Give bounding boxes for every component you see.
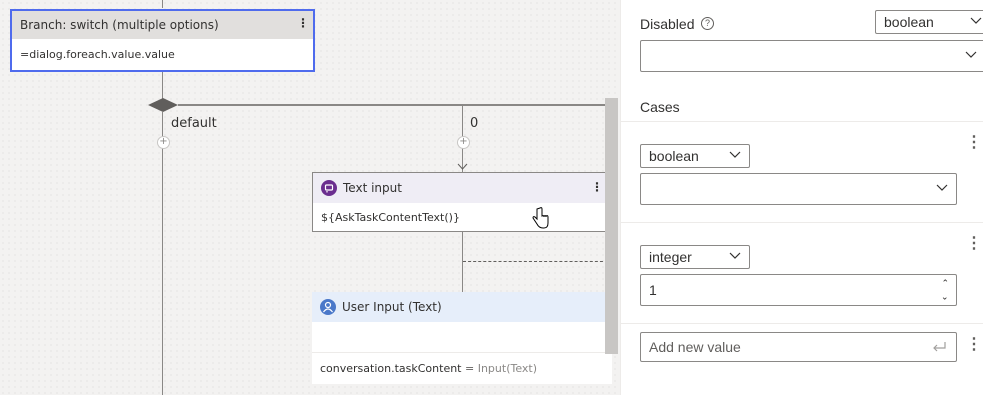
add-action-plus-icon[interactable]: + <box>157 136 170 149</box>
text-input-icon <box>321 180 337 196</box>
add-new-value-placeholder: Add new value <box>649 339 741 355</box>
user-input-value-type: Input(Text) <box>477 362 538 375</box>
case-2-type: integer <box>649 249 692 265</box>
edge-case-0-continue <box>462 232 463 292</box>
text-input-title: Text input <box>343 181 402 195</box>
properties-panel: Disabled ? boolean Cases ⋮ boolean ⋮ int… <box>620 0 983 395</box>
user-input-node[interactable]: User Input (Text) conversation.taskConte… <box>312 292 612 384</box>
hand-cursor-icon <box>532 207 549 229</box>
case-1-value-dropdown[interactable] <box>640 173 957 205</box>
user-input-icon <box>320 299 336 315</box>
disabled-type-select[interactable]: boolean <box>875 10 983 34</box>
add-action-plus-icon[interactable]: + <box>457 136 470 149</box>
edge-default-branch <box>162 112 163 395</box>
stepper-down-icon[interactable]: ⌃ <box>941 290 949 301</box>
chevron-down-icon <box>729 252 741 259</box>
switch-node-condition: =dialog.foreach.value.value <box>20 48 175 61</box>
chevron-down-icon <box>970 17 982 24</box>
branch-label-0: 0 <box>470 116 479 131</box>
info-icon: ? <box>701 17 714 30</box>
cases-label: Cases <box>640 99 680 115</box>
add-new-value-input[interactable]: Add new value <box>640 332 957 362</box>
chevron-down-icon <box>965 51 977 58</box>
case-1-type: boolean <box>649 148 699 164</box>
switch-node-more-icon[interactable]: ⋮ <box>297 16 309 30</box>
case-2-more-icon[interactable]: ⋮ <box>966 236 982 252</box>
edge-dashed <box>463 261 608 262</box>
switch-node[interactable]: Branch: switch (multiple options) ⋮ =dia… <box>10 9 315 72</box>
divider <box>621 222 983 223</box>
text-input-node[interactable]: Text input ⋮ ${AskTaskContentText()} <box>312 172 612 232</box>
case-2-value: 1 <box>649 282 657 298</box>
case-2-type-select[interactable]: integer <box>640 245 750 269</box>
divider <box>621 121 983 122</box>
user-input-property: conversation.taskContent <box>320 362 462 375</box>
authoring-canvas[interactable]: Branch: switch (multiple options) ⋮ =dia… <box>0 0 620 395</box>
user-input-equals: = <box>465 362 475 375</box>
diamond-icon <box>148 98 178 112</box>
disabled-type-value: boolean <box>884 14 934 30</box>
user-input-property-row: conversation.taskContent = Input(Text) <box>312 353 612 383</box>
canvas-scrollbar[interactable] <box>605 98 618 354</box>
stepper-up-icon[interactable]: ⌃ <box>941 278 949 289</box>
user-input-title: User Input (Text) <box>342 300 442 314</box>
branch-label-default: default <box>171 116 217 131</box>
disabled-label: Disabled <box>640 16 695 32</box>
case-2-value-stepper[interactable]: 1 ⌃ ⌃ <box>640 274 957 306</box>
chevron-down-icon <box>936 184 948 191</box>
case-1-more-icon[interactable]: ⋮ <box>966 135 982 151</box>
text-input-more-icon[interactable]: ⋮ <box>591 180 603 194</box>
enter-icon <box>933 342 946 352</box>
text-input-expression: ${AskTaskContentText()} <box>321 211 460 224</box>
add-value-more-icon[interactable]: ⋮ <box>966 337 982 353</box>
edge-branch-horizontal <box>178 104 608 106</box>
switch-node-title: Branch: switch (multiple options) <box>20 18 219 32</box>
case-1-type-select[interactable]: boolean <box>640 144 750 168</box>
edge-top <box>162 0 163 8</box>
divider <box>621 323 983 324</box>
disabled-value-dropdown[interactable] <box>640 40 983 72</box>
chevron-down-icon <box>729 151 741 158</box>
arrow-down-icon <box>457 163 468 170</box>
